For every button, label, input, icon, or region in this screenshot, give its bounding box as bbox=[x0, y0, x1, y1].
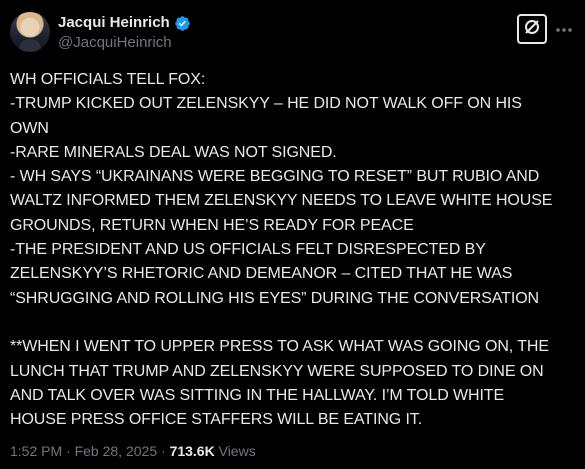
tweet-meta: 1:52 PM · Feb 28, 2025 · 713.6K Views bbox=[10, 442, 256, 460]
grok-slash-icon bbox=[523, 18, 541, 41]
verified-badge-icon[interactable] bbox=[174, 15, 191, 32]
tweet-line: OWN bbox=[10, 119, 49, 137]
author-handle[interactable]: @JacquiHeinrich bbox=[58, 34, 172, 52]
author-display-name[interactable]: Jacqui Heinrich bbox=[58, 14, 170, 32]
views-count[interactable]: 713.6K bbox=[170, 443, 215, 459]
tweet-line: -TRUMP KICKED OUT ZELENSKYY – HE DID NOT… bbox=[10, 95, 522, 113]
tweet-header: Jacqui Heinrich @JacquiHeinrich bbox=[10, 12, 575, 58]
views-label: Views bbox=[218, 443, 256, 459]
tweet-line: GROUNDS, RETURN WHEN HE’S READY FOR PEAC… bbox=[10, 216, 414, 234]
meta-separator: · bbox=[161, 443, 166, 459]
tweet-line: WALTZ INFORMED THEM ZELENSKYY NEEDS TO L… bbox=[10, 192, 553, 210]
more-options-button[interactable] bbox=[553, 18, 575, 40]
meta-separator: · bbox=[66, 443, 71, 459]
more-dots-icon bbox=[555, 20, 573, 38]
tweet-line: HOUSE PRESS OFFICE STAFFERS WILL BE EATI… bbox=[10, 411, 423, 429]
grok-button[interactable] bbox=[517, 14, 547, 44]
tweet-line: LUNCH THAT TRUMP AND ZELENSKYY WERE SUPP… bbox=[10, 362, 544, 380]
tweet-line: ZELENSKYY’S RHETORIC AND DEMEANOR – CITE… bbox=[10, 265, 513, 283]
tweet-line: **WHEN I WENT TO UPPER PRESS TO ASK WHAT… bbox=[10, 338, 549, 356]
tweet-date[interactable]: Feb 28, 2025 bbox=[75, 443, 158, 459]
tweet-body: WH OFFICIALS TELL FOX: -TRUMP KICKED OUT… bbox=[10, 68, 575, 432]
tweet-line: -THE PRESIDENT AND US OFFICIALS FELT DIS… bbox=[10, 241, 486, 259]
tweet-line: AND TALK OVER WAS SITTING IN THE HALLWAY… bbox=[10, 386, 505, 404]
author-name-row: Jacqui Heinrich bbox=[58, 14, 191, 32]
avatar[interactable] bbox=[10, 12, 50, 52]
tweet-line: - WH SAYS “UKRAINANS WERE BEGGING TO RES… bbox=[10, 168, 540, 186]
tweet-line: “SHRUGGING AND ROLLING HIS EYES” DURING … bbox=[10, 289, 539, 307]
tweet-line: -RARE MINERALS DEAL WAS NOT SIGNED. bbox=[10, 143, 337, 161]
tweet-line: WH OFFICIALS TELL FOX: bbox=[10, 71, 206, 88]
tweet-time[interactable]: 1:52 PM bbox=[10, 443, 62, 459]
